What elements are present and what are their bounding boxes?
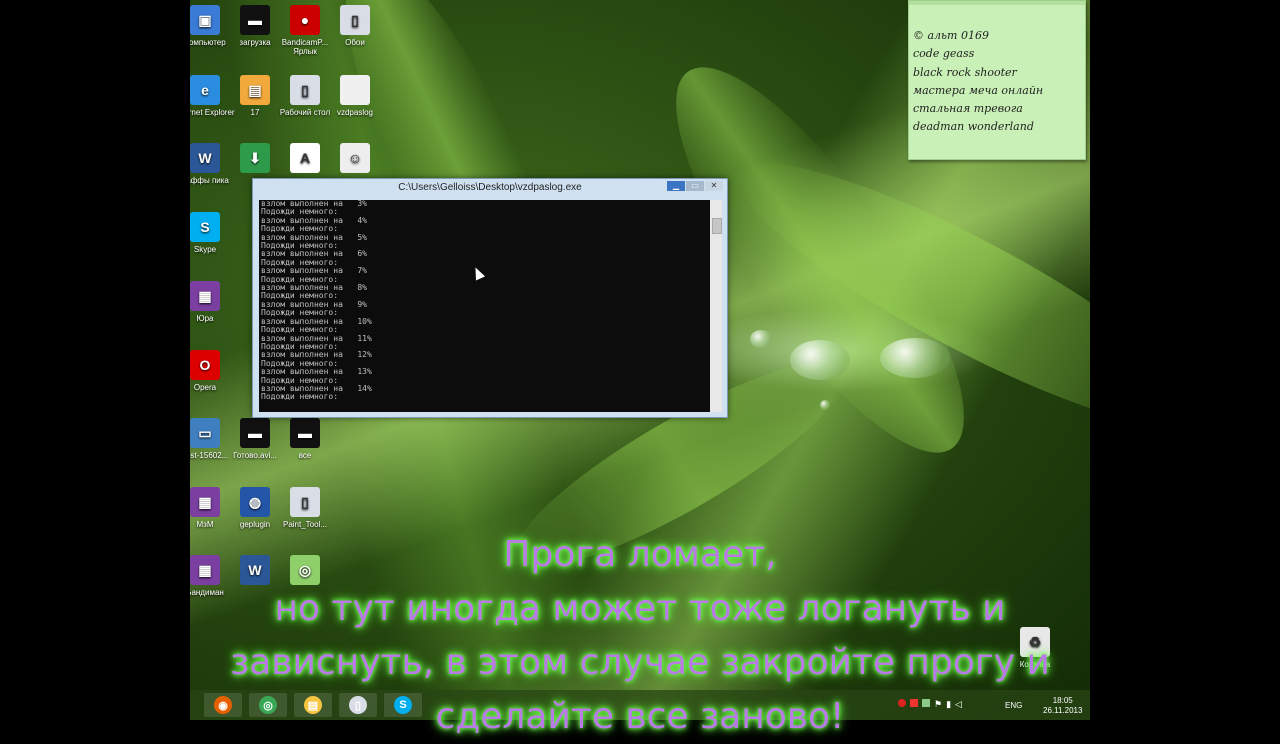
- desktop-icon[interactable]: ☺: [325, 143, 385, 176]
- folder-icon: ▯: [340, 5, 370, 35]
- sticky-note-line: code geass: [913, 47, 975, 61]
- desktop-icon-label: Opera: [193, 383, 217, 392]
- folder-icon: ▯: [290, 75, 320, 105]
- desktop-icon[interactable]: ▯ Paint_Tool...: [275, 487, 335, 529]
- image-file-icon: ▭: [190, 418, 220, 448]
- water-drop: [750, 330, 772, 348]
- desktop-icon[interactable]: vzdpaslog: [325, 75, 385, 117]
- internet-explorer-icon: e: [190, 75, 220, 105]
- document-icon: ▤: [240, 75, 270, 105]
- folder-icon: ▯: [290, 487, 320, 517]
- desktop-icon[interactable]: O Opera: [190, 350, 235, 392]
- sticky-note-line: deadman wonderland: [913, 120, 1034, 134]
- sticky-note-line: стальная тревога: [913, 102, 1023, 116]
- video-caption: Прога ломает, но тут иногда может тоже ло…: [0, 528, 1280, 744]
- desktop-icon-label: Обои: [345, 38, 365, 47]
- console-window[interactable]: C:\Users\Gelloiss\Desktop\vzdpaslog.exe …: [252, 178, 728, 418]
- sticky-note-header: [909, 1, 1085, 5]
- winrar-icon: ▦: [190, 281, 220, 311]
- desktop-icon-label: все: [298, 451, 312, 460]
- desktop-icon-label: Баффы пика: [190, 176, 229, 185]
- maximize-button[interactable]: ▭: [686, 181, 704, 191]
- console-title: C:\Users\Gelloiss\Desktop\vzdpaslog.exe: [398, 182, 582, 193]
- desktop-icon-label: vzdpaslog: [336, 108, 374, 117]
- close-button[interactable]: ✕: [705, 181, 723, 191]
- download-icon: ⬇: [240, 143, 270, 173]
- desktop-icon[interactable]: ▬ все: [275, 418, 335, 460]
- skype-icon: S: [190, 212, 220, 242]
- video-file-icon: ▬: [240, 5, 270, 35]
- opera-icon: O: [190, 350, 220, 380]
- console-scrollbar[interactable]: [710, 200, 722, 412]
- water-drop: [820, 400, 830, 410]
- sticky-note[interactable]: © альт 0169 code geass black rock shooter м…: [908, 0, 1086, 160]
- abc-net-icon: A: [290, 143, 320, 173]
- console-output[interactable]: взлом выполнен на 3% Подожди немного: взло…: [259, 200, 710, 412]
- window-controls: ▁ ▭ ✕: [667, 181, 723, 191]
- anonymous-icon: ☺: [340, 143, 370, 173]
- caption-line: зависнуть, в этом случае закройте прогу …: [230, 642, 1050, 683]
- sticky-note-line: © альт 0169: [913, 29, 989, 42]
- water-drop: [790, 340, 850, 380]
- desktop-icon[interactable]: ▦ Юра: [190, 281, 235, 323]
- caption-line: Прога ломает,: [503, 534, 777, 575]
- sticky-note-line: мастера меча онлайн: [913, 83, 1044, 97]
- bandicam-icon: ●: [290, 5, 320, 35]
- sticky-note-line: black rock shooter: [913, 65, 1017, 79]
- desktop-icon[interactable]: S Skype: [190, 212, 235, 254]
- desktop-icon[interactable]: ▯ Обои: [325, 5, 385, 47]
- scrollbar-thumb[interactable]: [712, 218, 722, 234]
- caption-line: но тут иногда может тоже логануть и: [274, 588, 1006, 629]
- video-file-icon: ▬: [290, 418, 320, 448]
- word-document-icon: W: [190, 143, 220, 173]
- video-file-icon: ▬: [240, 418, 270, 448]
- blank-file-icon: [340, 75, 370, 105]
- sticky-note-text: © альт 0169 code geass black rock shooter м…: [913, 27, 1085, 137]
- computer-icon: ▣: [190, 5, 220, 35]
- desktop-icon-label: Skype: [193, 245, 217, 254]
- desktop-icon-label: Юра: [196, 314, 214, 323]
- minimize-button[interactable]: ▁: [667, 181, 685, 191]
- google-earth-icon: ◍: [240, 487, 270, 517]
- console-line: Подожди немного:: [261, 392, 339, 402]
- caption-line: сделайте все заново!: [435, 696, 845, 737]
- water-drop: [880, 338, 950, 378]
- winrar-icon: ▦: [190, 487, 220, 517]
